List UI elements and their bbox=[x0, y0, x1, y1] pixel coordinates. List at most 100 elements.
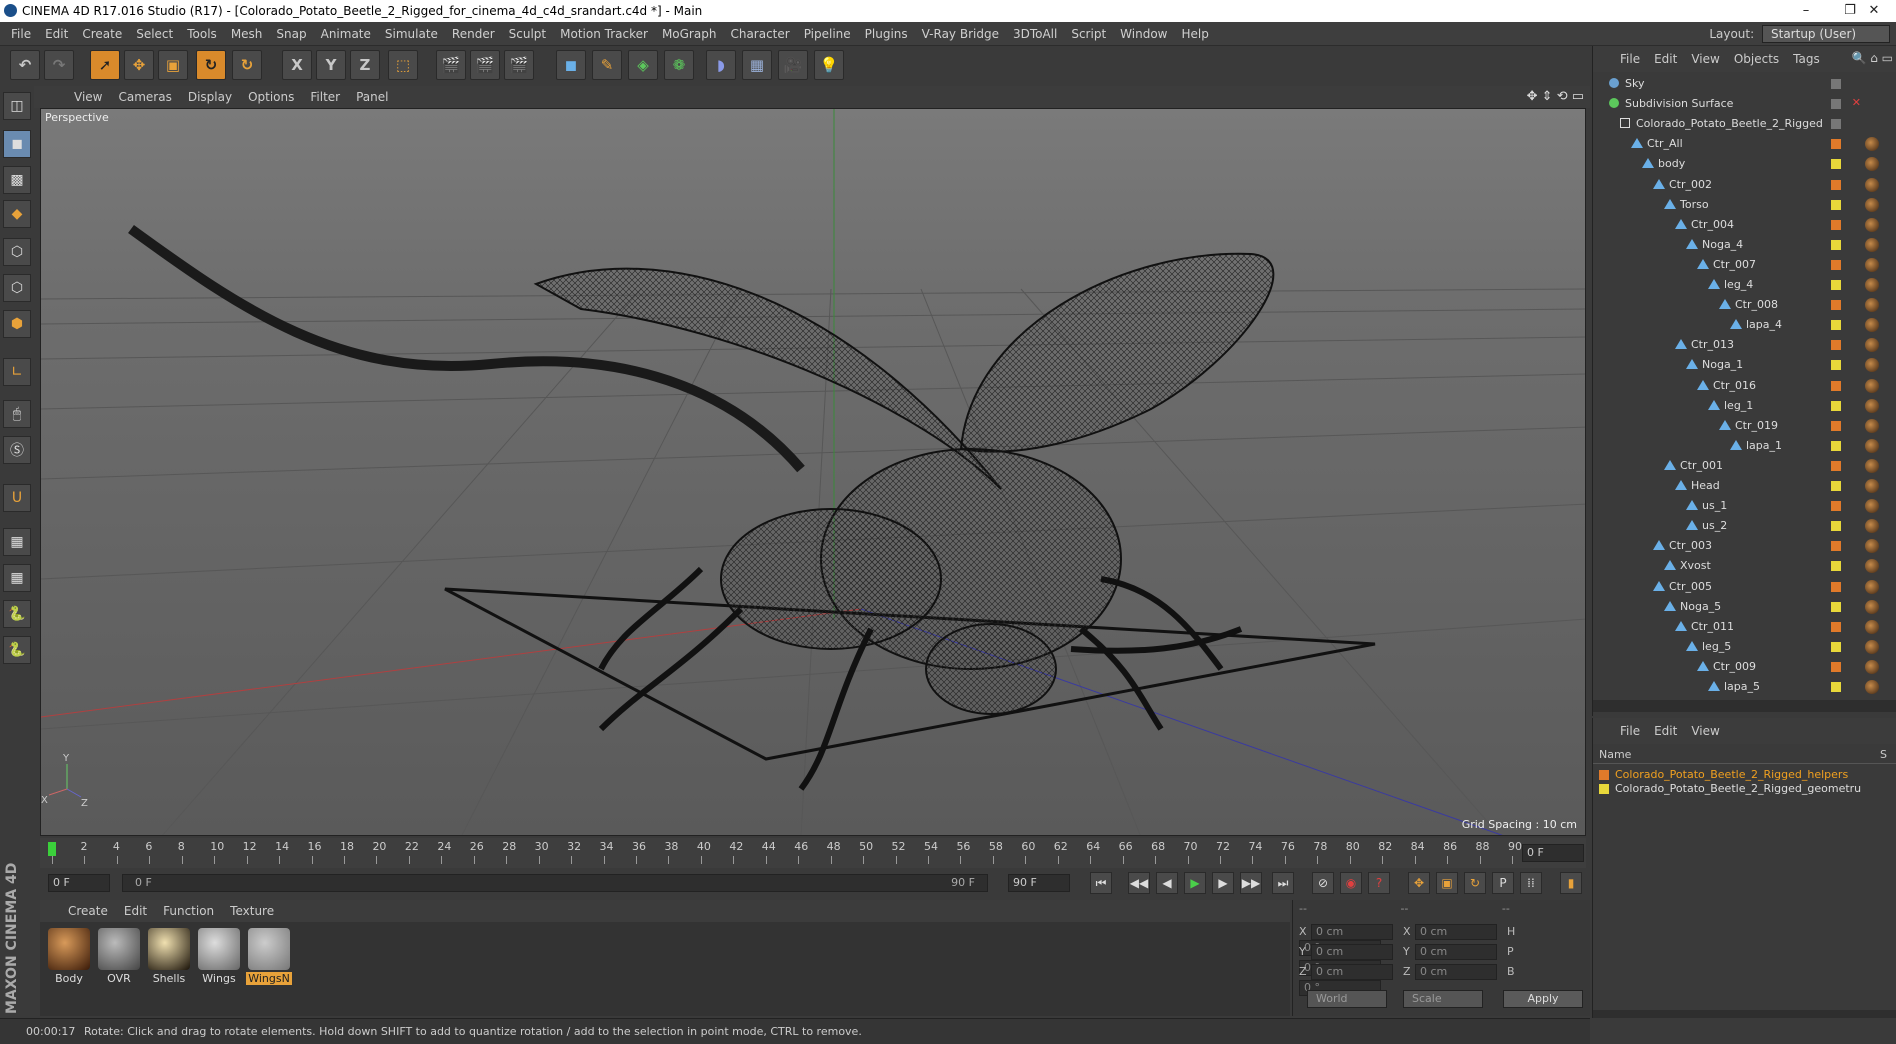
object-scrollbar[interactable] bbox=[1593, 700, 1896, 712]
coord-field-b[interactable]: 0 cm bbox=[1415, 924, 1497, 940]
y-axis-button[interactable]: Y bbox=[316, 50, 346, 80]
menu-motion-tracker[interactable]: Motion Tracker bbox=[553, 22, 655, 46]
layer-color-tag[interactable] bbox=[1831, 481, 1841, 491]
record-keys-icon[interactable]: ⊘ bbox=[1312, 872, 1334, 894]
object-row[interactable]: us_2 bbox=[1593, 516, 1883, 536]
layer-menu-view[interactable]: View bbox=[1684, 718, 1726, 744]
viewport-menu-panel[interactable]: Panel bbox=[348, 86, 396, 108]
menu-select[interactable]: Select bbox=[129, 22, 180, 46]
scale-icon[interactable]: ▣ bbox=[158, 50, 188, 80]
object-row[interactable]: Noga_1 bbox=[1593, 355, 1883, 375]
redo-icon[interactable]: ↷ bbox=[44, 50, 74, 80]
material-tag-icon[interactable] bbox=[1865, 438, 1879, 453]
layer-color-tag[interactable] bbox=[1831, 79, 1841, 89]
coord-field-b[interactable]: 0 cm bbox=[1415, 944, 1497, 960]
range-slider[interactable]: 0 F 90 F bbox=[122, 874, 988, 892]
object-row[interactable]: Ctr_007 bbox=[1593, 255, 1883, 275]
perspective-viewport[interactable]: Y X Z Perspective Grid Spacing : 10 cm bbox=[40, 108, 1586, 836]
object-menu-objects[interactable]: Objects bbox=[1727, 46, 1786, 72]
polygons-mode-icon[interactable]: ⬢ bbox=[3, 310, 31, 338]
object-row[interactable]: Sky bbox=[1593, 74, 1883, 94]
close-icon[interactable]: ✕ bbox=[1852, 96, 1861, 109]
material-tag-icon[interactable] bbox=[1865, 237, 1879, 252]
layer-color-tag[interactable] bbox=[1831, 320, 1841, 331]
close-icon[interactable]: ✕ bbox=[1852, 0, 1896, 22]
object-row[interactable]: Ctr_016 bbox=[1593, 376, 1883, 396]
material-menu-create[interactable]: Create bbox=[60, 900, 116, 922]
previous-key-icon[interactable]: ◀◀ bbox=[1128, 872, 1150, 894]
layer-color-tag[interactable] bbox=[1831, 440, 1841, 451]
layer-color-tag[interactable] bbox=[1831, 400, 1841, 411]
coord-field-a[interactable]: 0 cm bbox=[1311, 964, 1393, 980]
menu-mesh[interactable]: Mesh bbox=[224, 22, 270, 46]
material-tag-icon[interactable] bbox=[1865, 559, 1879, 574]
layer-color-tag[interactable] bbox=[1831, 219, 1841, 230]
material-tag-icon[interactable] bbox=[1865, 680, 1879, 694]
material-tag-icon[interactable] bbox=[1865, 157, 1879, 172]
edges-mode-icon[interactable]: ⬡ bbox=[3, 274, 31, 302]
material-tag-icon[interactable] bbox=[1865, 539, 1879, 554]
material-tag-icon[interactable] bbox=[1865, 398, 1879, 413]
layer-color-tag[interactable] bbox=[1831, 340, 1841, 351]
make-editable-icon[interactable]: ◫ bbox=[3, 92, 31, 120]
layer-color-tag[interactable] bbox=[1831, 360, 1841, 371]
recent-tool-icon[interactable]: ↻ bbox=[232, 50, 262, 80]
object-tree[interactable]: Sky Subdivision Surface ✕ Colorado_Potato_B… bbox=[1593, 72, 1896, 696]
menu-render[interactable]: Render bbox=[445, 22, 502, 46]
object-row[interactable]: Ctr_009 bbox=[1593, 657, 1883, 677]
layout-dropdown[interactable]: Startup (User) bbox=[1762, 25, 1890, 43]
layer-color-tag[interactable] bbox=[1831, 682, 1841, 692]
material-tag-icon[interactable] bbox=[1865, 358, 1879, 373]
material-tag-icon[interactable] bbox=[1865, 579, 1879, 594]
minimize-icon[interactable]: – bbox=[1784, 0, 1828, 22]
object-row[interactable]: Xvost bbox=[1593, 556, 1883, 576]
material-tag-icon[interactable] bbox=[1865, 519, 1879, 534]
layer-color-tag[interactable] bbox=[1831, 601, 1841, 612]
scale-dropdown[interactable]: Scale bbox=[1403, 990, 1483, 1008]
object-row[interactable]: Ctr_001 bbox=[1593, 456, 1883, 476]
layer-row[interactable]: Colorado_Potato_Beetle_2_Rigged_helpers bbox=[1599, 768, 1848, 781]
pen-spline-icon[interactable]: ✎ bbox=[592, 50, 622, 80]
object-row[interactable]: Colorado_Potato_Beetle_2_Rigged bbox=[1593, 114, 1883, 134]
menu-v-ray-bridge[interactable]: V-Ray Bridge bbox=[915, 22, 1006, 46]
material-tag-icon[interactable] bbox=[1865, 177, 1879, 192]
material-tag-icon[interactable] bbox=[1865, 137, 1879, 152]
menu-snap[interactable]: Snap bbox=[269, 22, 313, 46]
layer-menu-edit[interactable]: Edit bbox=[1647, 718, 1684, 744]
layer-color-tag[interactable] bbox=[1831, 179, 1841, 190]
end-frame-field[interactable]: 90 F bbox=[1008, 874, 1070, 892]
go-to-end-icon[interactable]: ⏭ bbox=[1272, 872, 1294, 894]
material-tag-icon[interactable] bbox=[1865, 619, 1879, 634]
material-menu-function[interactable]: Function bbox=[155, 900, 222, 922]
layer-color-tag[interactable] bbox=[1831, 380, 1841, 391]
undo-icon[interactable]: ↶ bbox=[10, 50, 40, 80]
material-wingsn[interactable]: WingsN bbox=[246, 928, 292, 985]
menu-tools[interactable]: Tools bbox=[180, 22, 224, 46]
object-row[interactable]: body bbox=[1593, 154, 1883, 174]
object-row[interactable]: Noga_4 bbox=[1593, 235, 1883, 255]
viewport-menu-display[interactable]: Display bbox=[180, 86, 240, 108]
object-row[interactable]: Torso bbox=[1593, 195, 1883, 215]
material-body[interactable]: Body bbox=[46, 928, 92, 985]
layer-color-tag[interactable] bbox=[1831, 641, 1841, 652]
menu-plugins[interactable]: Plugins bbox=[858, 22, 915, 46]
layer-color-tag[interactable] bbox=[1831, 199, 1841, 210]
object-row[interactable]: leg_5 bbox=[1593, 637, 1883, 657]
layer-color-tag[interactable] bbox=[1831, 280, 1841, 290]
menu-character[interactable]: Character bbox=[723, 22, 796, 46]
move-icon[interactable]: ✥ bbox=[124, 50, 154, 80]
coord-field-a[interactable]: 0 cm bbox=[1311, 924, 1393, 940]
cube-icon[interactable]: ◼ bbox=[556, 50, 586, 80]
object-menu-view[interactable]: View bbox=[1684, 46, 1726, 72]
render-view-icon[interactable]: 🎬 bbox=[436, 50, 466, 80]
object-row[interactable]: Ctr_002 bbox=[1593, 175, 1883, 195]
axis-mode-icon[interactable]: ∟ bbox=[3, 358, 31, 386]
previous-frame-icon[interactable]: ◀ bbox=[1156, 872, 1178, 894]
menu-create[interactable]: Create bbox=[75, 22, 129, 46]
layer-row[interactable]: Colorado_Potato_Beetle_2_Rigged_geometru bbox=[1599, 782, 1861, 795]
object-row[interactable]: leg_1 bbox=[1593, 396, 1883, 416]
coordinate-system-icon[interactable]: ⬚ bbox=[388, 50, 418, 80]
menu-script[interactable]: Script bbox=[1064, 22, 1113, 46]
material-shells[interactable]: Shells bbox=[146, 928, 192, 985]
go-to-start-icon[interactable]: ⏮ bbox=[1090, 872, 1112, 894]
